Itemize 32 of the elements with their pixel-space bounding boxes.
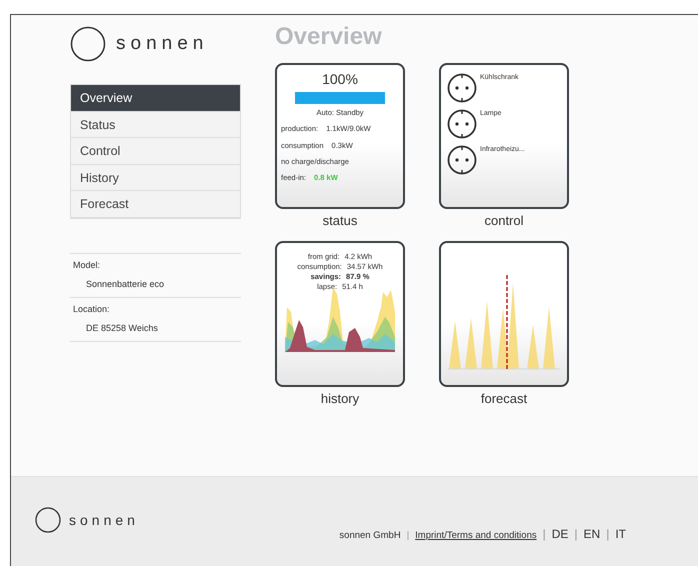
nav-item[interactable]: Forecast (71, 191, 240, 218)
logo-icon (70, 26, 106, 62)
language-link[interactable]: EN (584, 525, 600, 543)
company-name: sonnen GmbH (339, 529, 401, 543)
socket-icon[interactable] (447, 73, 477, 103)
page-title: Overview (275, 22, 383, 52)
nav-item[interactable]: Status (71, 112, 240, 138)
info-label: Location: (73, 304, 110, 314)
footer-brand-name: sonnen (69, 510, 139, 530)
tile-caption: forecast (480, 390, 528, 408)
info-value: Sonnenbatterie eco (85, 278, 166, 291)
nav-item[interactable]: History (71, 164, 240, 191)
socket-icon[interactable] (447, 145, 477, 175)
info-value: DE 85258 Weichs (85, 322, 159, 335)
brand-name: sonnen (116, 32, 208, 56)
nav-item[interactable]: Control (71, 138, 240, 164)
language-link[interactable]: IT (615, 525, 626, 543)
logo-icon (35, 507, 61, 533)
nav-item[interactable]: Overview (71, 85, 240, 112)
socket-icon[interactable] (447, 109, 477, 139)
separator: | (574, 526, 578, 543)
separator: | (606, 526, 610, 543)
separator: | (406, 529, 410, 543)
tile-caption: status (322, 212, 358, 230)
tile-caption: control (484, 212, 524, 230)
tile-card[interactable] (439, 240, 569, 386)
info-label: Model: (73, 260, 100, 270)
language-link[interactable]: DE (552, 525, 568, 543)
charge-percent: 100% (321, 70, 359, 89)
tile-caption: history (320, 390, 360, 408)
separator: | (542, 526, 546, 543)
imprint-link[interactable]: Imprint/Terms and conditions (415, 529, 537, 544)
